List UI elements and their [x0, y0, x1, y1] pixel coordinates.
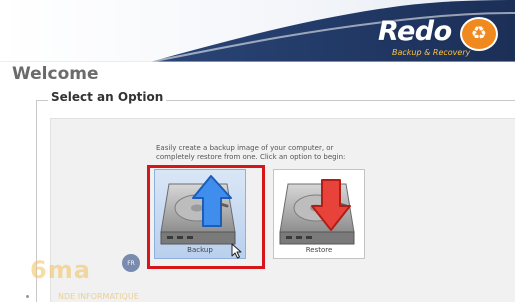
- instructions-text: Easily create a backup image of your com…: [156, 144, 436, 162]
- page-title: Welcome: [12, 64, 99, 84]
- logo-wordmark: Redo: [378, 16, 452, 47]
- watermark-subtext: NDE INFORMATIQUE: [58, 292, 139, 301]
- mouse-pointer-icon: [231, 243, 242, 259]
- watermark-logo-text: 6ma: [30, 256, 91, 284]
- logo-subtitle: Backup & Recovery: [392, 48, 471, 57]
- watermark-badge: FR: [122, 254, 140, 272]
- recycle-icon: ♻: [460, 17, 498, 51]
- instructions-line-1: Easily create a backup image of your com…: [156, 144, 334, 152]
- restore-label: Restore: [305, 246, 333, 254]
- watermark-dot: [26, 295, 29, 298]
- redo-logo: Redo ♻ Backup & Recovery: [378, 12, 506, 60]
- group-title: Select an Option: [48, 90, 167, 104]
- site-watermark: 6ma FR NDE INFORMATIQUE: [26, 252, 186, 301]
- restore-button[interactable]: Restore: [273, 169, 365, 259]
- instructions-line-2: completely restore from one. Click an op…: [156, 153, 346, 161]
